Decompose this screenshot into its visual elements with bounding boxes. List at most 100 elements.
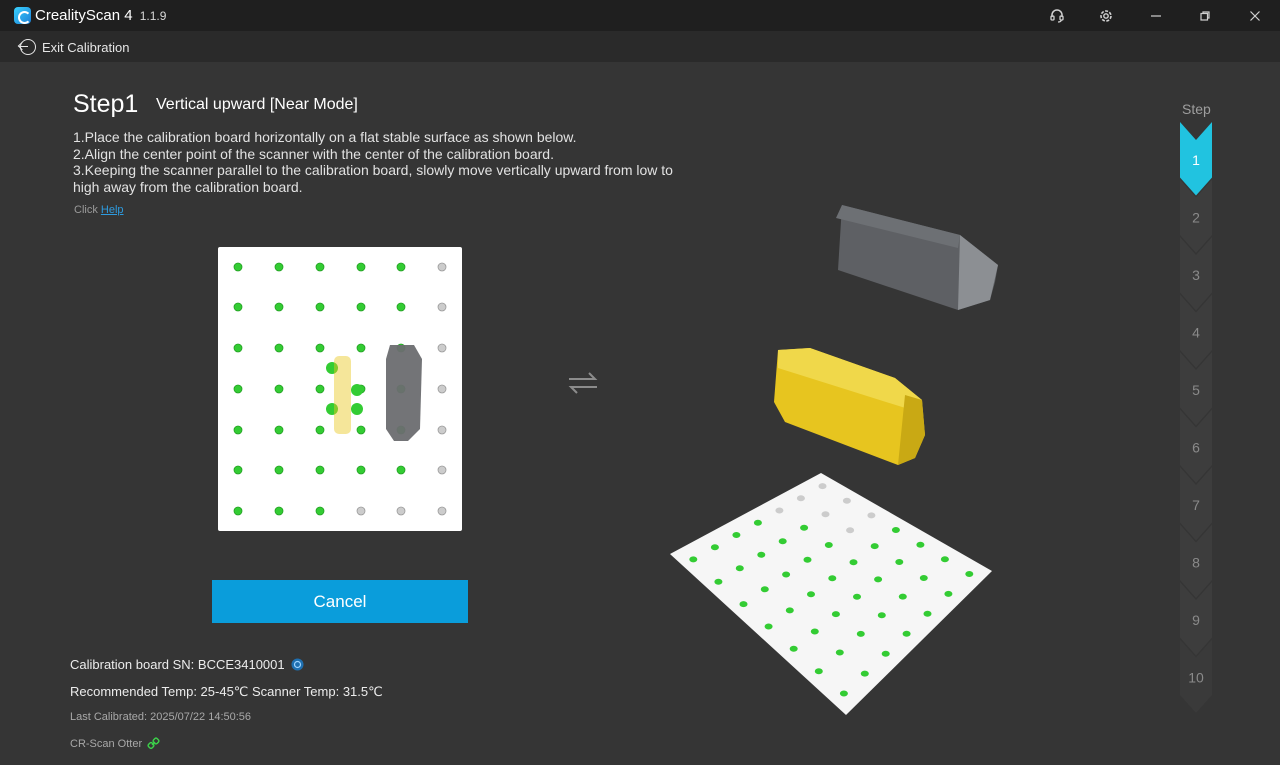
board-dot-green xyxy=(356,262,366,272)
plate-dot-green xyxy=(800,524,809,531)
board-dot-green xyxy=(315,302,325,312)
board-sn: Calibration board SN: BCCE3410001 xyxy=(70,657,285,672)
board-sn-row: Calibration board SN: BCCE3410001 xyxy=(70,657,304,672)
step-number-8: 8 xyxy=(1192,555,1200,571)
plate-dot-green xyxy=(881,650,890,657)
plate-dot-green xyxy=(831,611,840,618)
plate-dot-green xyxy=(853,593,861,600)
board-dot-green xyxy=(315,343,325,353)
steps-panel-label: Step xyxy=(1182,101,1211,117)
step-progress: 1 2 3 4 5 6 7 8 9 10 xyxy=(1180,122,1212,713)
plate-dot-green xyxy=(689,556,698,563)
board-dot-green xyxy=(233,262,243,272)
plate-dot-gray xyxy=(775,507,784,514)
board-dot-green xyxy=(356,343,366,353)
board-dot-gray xyxy=(437,343,447,353)
settings-button[interactable] xyxy=(1083,0,1129,31)
board-dot-green xyxy=(274,262,284,272)
step-title: Step1 xyxy=(73,90,139,118)
board-dot-green xyxy=(233,506,243,516)
help-link[interactable]: Help xyxy=(101,204,124,216)
plate-dot-green xyxy=(760,586,769,593)
step-number-5: 5 xyxy=(1192,382,1200,398)
plate-dot-green xyxy=(824,542,833,548)
board-dot-green xyxy=(396,465,406,475)
restore-button[interactable] xyxy=(1182,0,1228,31)
board-dot-green xyxy=(396,302,406,312)
plate-dot-green xyxy=(877,612,886,619)
board-dot-green xyxy=(274,343,284,353)
instruction-2: 2.Align the center point of the scanner … xyxy=(73,145,554,162)
exit-calibration-button[interactable]: Exit Calibration xyxy=(19,38,130,56)
device-row: CR-Scan Otter xyxy=(70,737,160,750)
plate-dot-green xyxy=(839,690,848,697)
refresh-icon[interactable] xyxy=(291,658,304,671)
plate-dot-green xyxy=(732,532,741,538)
minimize-button[interactable] xyxy=(1133,0,1179,31)
headset-icon xyxy=(1050,8,1064,23)
board-dot-gray xyxy=(396,506,406,516)
plate-dot-gray xyxy=(796,495,805,502)
plate-dot-gray xyxy=(818,483,827,490)
close-button[interactable] xyxy=(1232,0,1278,31)
plate-dot-green xyxy=(810,628,819,635)
step-number-9: 9 xyxy=(1192,612,1200,628)
step-number-1: 1 xyxy=(1192,152,1200,168)
plate-dot-green xyxy=(739,601,748,608)
exit-calibration-label: Exit Calibration xyxy=(42,39,130,55)
step-number-3: 3 xyxy=(1192,267,1200,283)
plate-dot-green xyxy=(835,649,844,656)
board-dot-green xyxy=(356,425,366,435)
board-dot-gray xyxy=(437,465,447,475)
swap-arrows-icon xyxy=(568,372,598,394)
plate-dot-green xyxy=(785,607,794,614)
plate-dot-green xyxy=(870,543,879,550)
plate-dot-green xyxy=(828,575,837,582)
plate-dot-green xyxy=(782,571,791,578)
board-dot-green xyxy=(274,465,284,475)
instruction-1: 1.Place the calibration board horizontal… xyxy=(73,129,577,145)
title-bar: CrealityScan 4 1.1.9 xyxy=(0,0,1280,31)
board-dot-green xyxy=(315,384,325,394)
link-icon xyxy=(147,737,160,750)
device-name: CR-Scan Otter xyxy=(70,737,143,750)
calibration-board-top-view xyxy=(218,247,462,531)
board-dot-gray xyxy=(356,506,366,516)
board-dot-green xyxy=(274,425,284,435)
close-icon xyxy=(1250,10,1260,21)
plate-dot-green xyxy=(895,559,904,565)
board-dot-gray xyxy=(437,506,447,516)
plate-dot-green xyxy=(789,645,798,652)
board-dot-green xyxy=(274,384,284,394)
support-button[interactable] xyxy=(1034,0,1080,31)
plate-dot-green xyxy=(919,575,928,581)
plate-dot-green xyxy=(710,544,719,551)
plate-dot-green xyxy=(735,565,744,572)
board-dot-green xyxy=(233,343,243,353)
board-dot-green xyxy=(274,302,284,312)
board-dot-green xyxy=(233,384,243,394)
board-dot-green xyxy=(396,262,406,272)
exit-arrow-icon xyxy=(19,39,36,55)
plate-dot-gray xyxy=(867,512,876,519)
board-dot-green xyxy=(233,302,243,312)
plate-dot-gray xyxy=(821,511,830,518)
board-dot-gray xyxy=(437,425,447,435)
board-dot-green xyxy=(315,465,325,475)
plate-dot-green xyxy=(916,541,925,548)
instruction-3: 3.Keeping the scanner parallel to the ca… xyxy=(73,162,673,196)
board-dot-green xyxy=(356,302,366,312)
plate-dot-green xyxy=(757,551,766,558)
app-name: CrealityScan 4 xyxy=(35,7,133,24)
plate-dot-green xyxy=(807,591,815,598)
app-title: CrealityScan 4 1.1.9 xyxy=(35,7,166,24)
board-dot-gray xyxy=(437,302,447,312)
plate-dot-green xyxy=(714,578,723,585)
board-dot-gray xyxy=(437,384,447,394)
cancel-button[interactable]: Cancel xyxy=(212,580,468,623)
board-dot-green xyxy=(274,506,284,516)
step-number-7: 7 xyxy=(1192,497,1200,513)
step-number-4: 4 xyxy=(1192,325,1200,341)
board-dot-green xyxy=(315,262,325,272)
board-center-dot xyxy=(351,403,363,415)
